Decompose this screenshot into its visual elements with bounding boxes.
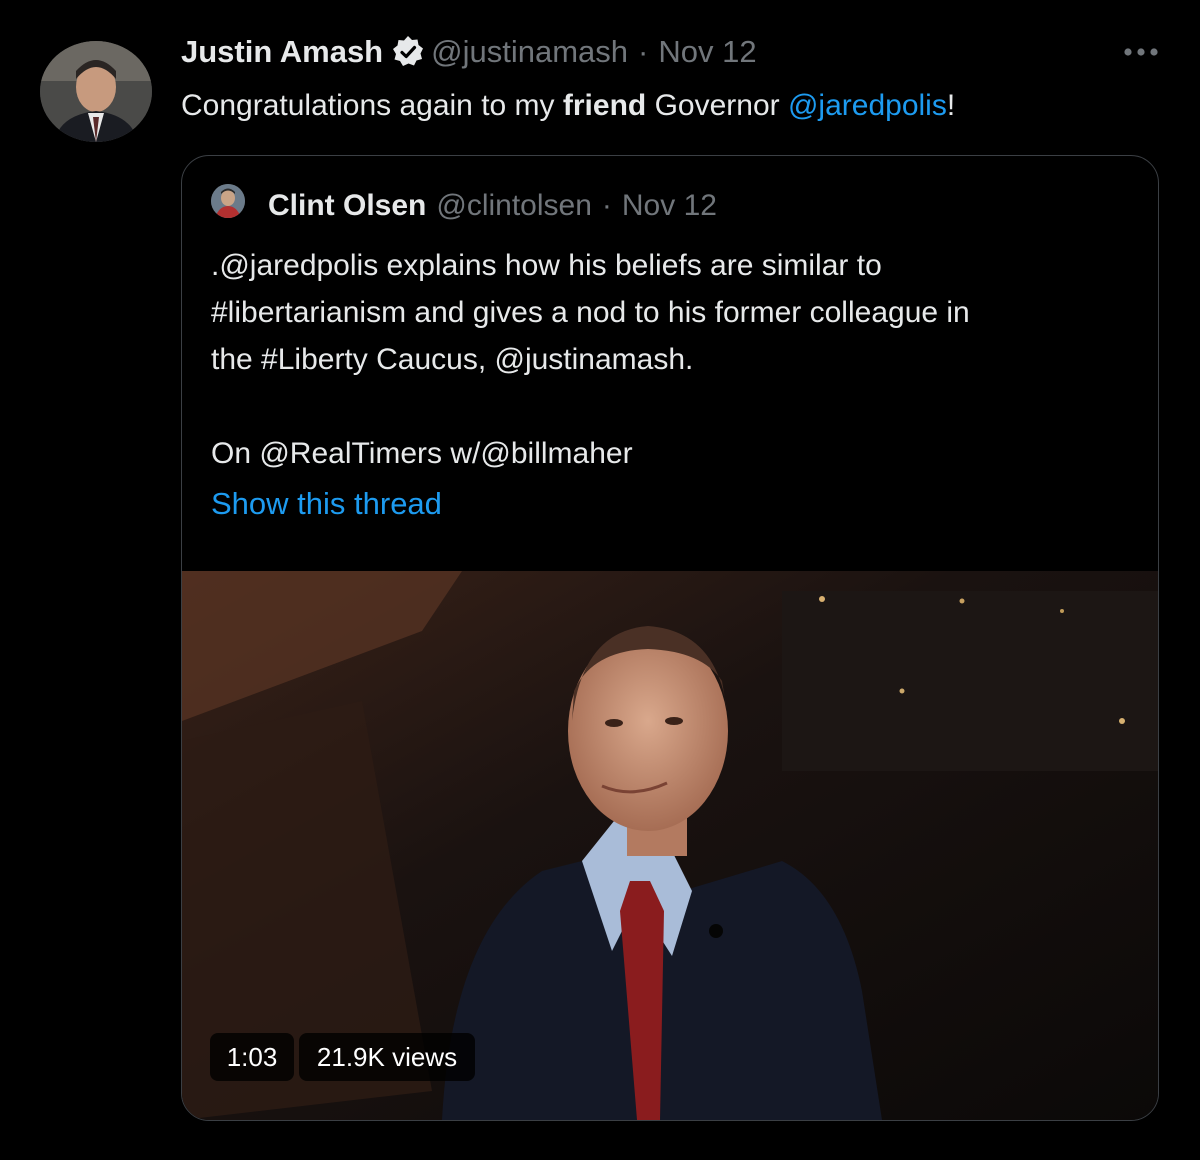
quote-text: .@jaredpolis explains how his beliefs ar… bbox=[211, 242, 970, 477]
quote-author-name[interactable]: Clint Olsen bbox=[268, 189, 426, 223]
more-options-button[interactable] bbox=[1118, 32, 1164, 72]
tweet-text-bold: friend bbox=[562, 89, 647, 122]
show-thread-link[interactable]: Show this thread bbox=[211, 486, 442, 522]
quote-author-avatar[interactable] bbox=[211, 184, 245, 218]
quote-text-line: #libertarianism and gives a nod to his f… bbox=[211, 296, 970, 329]
tweet-text-start: Congratulations again to my bbox=[181, 89, 563, 122]
video-views-badge: 21.9K views bbox=[299, 1033, 475, 1081]
tweet-text-middle: Governor bbox=[646, 89, 788, 122]
quote-header: Clint Olsen @clintolsen · Nov 12 bbox=[268, 184, 717, 228]
quote-text-line: On @RealTimers w/@billmaher bbox=[211, 437, 633, 470]
header-separator: · bbox=[638, 34, 649, 69]
avatar-photo bbox=[40, 41, 152, 142]
tweet-text-end: ! bbox=[946, 89, 956, 122]
quote-text-blank bbox=[211, 383, 970, 430]
quote-avatar-photo bbox=[211, 184, 245, 218]
quote-text-line: the #Liberty Caucus, @justinamash. bbox=[211, 343, 694, 376]
tweet-header: Justin Amash @justinamash · Nov 12 bbox=[181, 30, 757, 74]
author-name[interactable]: Justin Amash bbox=[181, 34, 383, 70]
author-avatar[interactable] bbox=[40, 41, 152, 142]
quoted-tweet-card[interactable]: Clint Olsen @clintolsen · Nov 12 .@jared… bbox=[181, 155, 1159, 1121]
quote-author-handle[interactable]: @clintolsen bbox=[436, 189, 592, 223]
quote-text-line: .@jaredpolis explains how his beliefs ar… bbox=[211, 249, 882, 282]
quote-date[interactable]: Nov 12 bbox=[622, 189, 717, 223]
video-duration-badge: 1:03 bbox=[210, 1033, 294, 1081]
tweet-date[interactable]: Nov 12 bbox=[658, 34, 756, 70]
tweet-text: Congratulations again to my friend Gover… bbox=[181, 84, 955, 128]
mention-link[interactable]: @jaredpolis bbox=[788, 89, 947, 122]
author-handle[interactable]: @justinamash bbox=[431, 34, 628, 70]
more-options-icon bbox=[1124, 48, 1158, 56]
verified-badge-icon bbox=[391, 35, 425, 69]
quote-header-separator: · bbox=[601, 189, 612, 222]
